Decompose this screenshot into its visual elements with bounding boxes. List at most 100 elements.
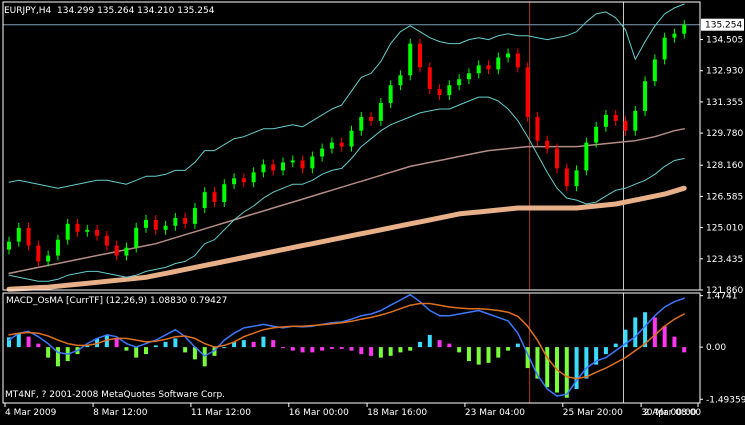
histogram-bar <box>134 347 139 358</box>
histogram-bar <box>261 336 266 348</box>
histogram-bar <box>36 343 41 348</box>
histogram-bar <box>613 343 618 348</box>
candle-body <box>349 130 354 147</box>
candle-body <box>535 116 540 141</box>
histogram-bar <box>388 347 393 356</box>
candle-body <box>163 225 168 230</box>
candle-body <box>437 89 442 96</box>
histogram-bar <box>290 347 295 351</box>
histogram-bar <box>584 347 589 379</box>
candle-body <box>476 65 481 74</box>
chart-background <box>0 0 745 425</box>
candle-body <box>603 114 608 127</box>
histogram-bar <box>486 347 491 363</box>
candle-body <box>613 114 618 121</box>
candle-body <box>369 116 374 121</box>
histogram-bar <box>222 347 227 349</box>
histogram-bar <box>476 347 481 365</box>
histogram-bar <box>183 347 188 353</box>
candle-body <box>320 148 325 157</box>
histogram-bar <box>652 317 657 348</box>
histogram-bar <box>682 347 687 353</box>
histogram-bar <box>662 326 667 348</box>
histogram-bar <box>26 336 31 348</box>
price-axis-label: 132.930 <box>706 67 743 77</box>
histogram-bar <box>633 317 638 348</box>
candle-body <box>555 148 559 169</box>
histogram-bar <box>398 347 403 353</box>
histogram-bar <box>55 347 60 367</box>
histogram-bar <box>281 347 285 349</box>
copyright-notice: MT4NF, ? 2001-2008 MetaQuotes Software C… <box>5 390 226 400</box>
time-axis-label: 16 Mar 00:00 <box>289 408 349 418</box>
histogram-bar <box>349 347 354 351</box>
candle-body <box>672 33 677 38</box>
candle-body <box>124 247 129 256</box>
candle-body <box>271 164 276 171</box>
candle-body <box>652 59 657 82</box>
candle-body <box>496 57 501 70</box>
macd-axis-label: -1.49359 <box>706 395 745 405</box>
candle-body <box>378 103 383 121</box>
candle-body <box>594 126 599 143</box>
time-axis-label: 11 Mar 12:00 <box>191 408 251 418</box>
histogram-bar <box>144 347 148 355</box>
candle-body <box>486 65 491 70</box>
candle-body <box>173 217 178 226</box>
candle-body <box>46 255 51 262</box>
price-axis-label: 123.435 <box>706 255 743 265</box>
histogram-bar <box>496 347 501 358</box>
candle-body <box>457 79 462 86</box>
histogram-bar <box>506 347 511 351</box>
histogram-bar <box>300 347 305 353</box>
candle-body <box>545 140 550 149</box>
candle-body <box>55 239 60 256</box>
histogram-bar <box>447 343 452 348</box>
candle-body <box>447 85 452 96</box>
candle-body <box>329 142 334 149</box>
price-axis-label: 125.010 <box>706 224 743 234</box>
candle-body <box>251 172 256 183</box>
time-axis-label: 8 Mar 12:00 <box>93 408 148 418</box>
candle-body <box>290 160 295 163</box>
candle-body <box>525 67 530 117</box>
candle-body <box>418 43 422 68</box>
histogram-bar <box>251 341 256 348</box>
candle-body <box>427 67 432 90</box>
price-axis-label: 131.355 <box>706 98 743 108</box>
candle-body <box>153 219 158 230</box>
histogram-bar <box>418 341 422 348</box>
candle-body <box>506 53 511 58</box>
histogram-bar <box>124 347 129 351</box>
candle-body <box>36 245 41 262</box>
candle-body <box>134 227 139 248</box>
candle-body <box>359 116 364 131</box>
trading-chart[interactable]: 134.505 132.930 131.355 129.780 128.160 126.5… <box>0 0 745 425</box>
time-axis-label: 23 Mar 04:00 <box>465 408 525 418</box>
price-axis-label: 128.160 <box>706 161 743 171</box>
histogram-bar <box>378 347 383 358</box>
histogram-bar <box>16 333 21 348</box>
candle-body <box>241 178 246 183</box>
candle-body <box>574 170 579 187</box>
histogram-bar <box>427 334 432 348</box>
histogram-bar <box>564 347 569 398</box>
candle-body <box>584 142 589 171</box>
candle-body <box>515 53 520 68</box>
candle-body <box>16 227 21 242</box>
candle-body <box>398 75 403 86</box>
time-axis-label: 2 Apr 00:00 <box>644 408 697 418</box>
histogram-bar <box>545 347 550 388</box>
histogram-bar <box>153 345 158 348</box>
histogram-bar <box>672 336 677 348</box>
candle-body <box>623 120 628 131</box>
time-axis-label: 25 Mar 20:00 <box>563 408 623 418</box>
macd-axis-label: 0.00 <box>706 343 726 353</box>
histogram-bar <box>466 347 471 362</box>
histogram-bar <box>408 347 413 351</box>
price-axis-label: 134.505 <box>706 36 743 46</box>
candle-body <box>7 241 11 250</box>
candle-body <box>339 142 344 147</box>
candle-body <box>466 73 471 80</box>
time-axis-label: 4 Mar 2009 <box>5 408 57 418</box>
